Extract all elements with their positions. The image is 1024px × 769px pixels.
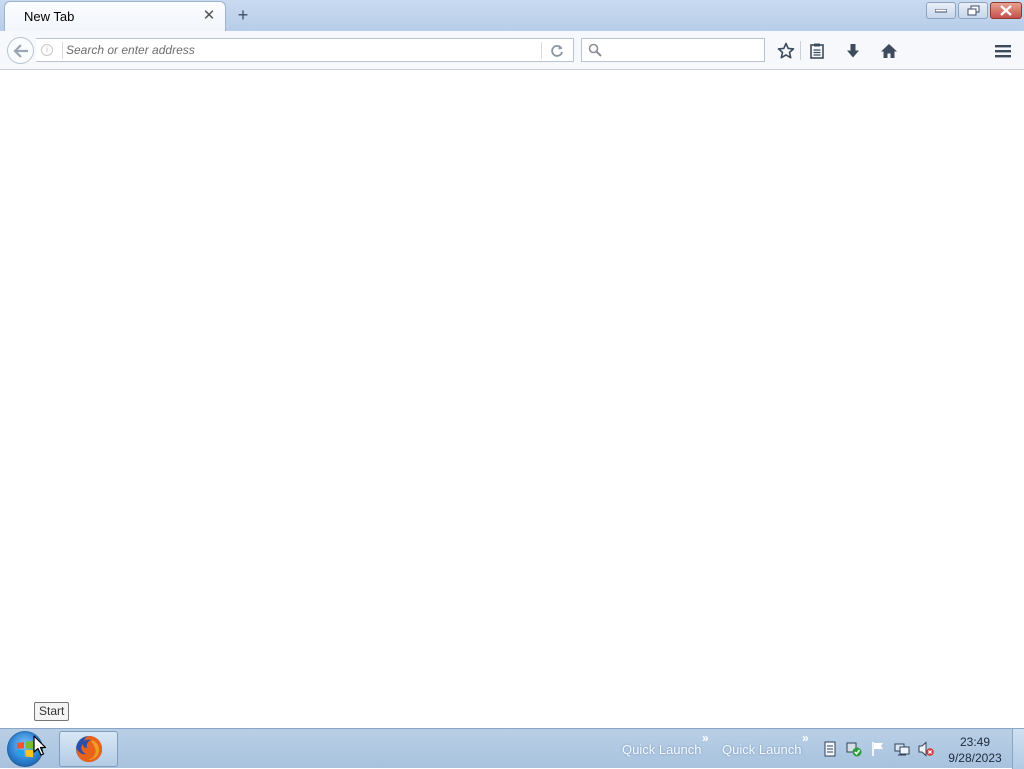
toolbar-separator — [800, 41, 801, 60]
action-center-flag-icon[interactable] — [870, 741, 886, 757]
mouse-cursor-icon — [33, 735, 47, 756]
reload-icon — [551, 44, 563, 57]
notepad-tray-icon[interactable] — [822, 741, 838, 757]
restore-button[interactable] — [958, 2, 988, 19]
search-input[interactable] — [606, 41, 756, 59]
menu-icon — [995, 45, 1011, 58]
search-icon — [588, 43, 602, 57]
show-desktop-button[interactable] — [1012, 729, 1024, 769]
restore-icon — [967, 5, 979, 16]
quick-launch-chevron-icon[interactable]: » — [802, 731, 809, 745]
clock-time: 23:49 — [959, 735, 991, 749]
minimize-button[interactable] — [926, 2, 956, 19]
quick-launch-toolbar-2[interactable]: Quick Launch — [722, 729, 802, 769]
clock-date: 9/28/2023 — [948, 751, 1002, 765]
network-tray-icon[interactable] — [894, 741, 910, 757]
tab-title: New Tab — [24, 9, 75, 24]
start-tooltip: Start — [34, 702, 70, 721]
home-icon — [881, 44, 897, 58]
firefox-icon — [75, 736, 102, 763]
reading-list-icon — [810, 43, 824, 59]
system-clock[interactable]: 23:49 9/28/2023 — [944, 734, 1006, 766]
home-button[interactable] — [878, 40, 900, 62]
navigation-toolbar: i — [0, 31, 1024, 70]
bookmark-star-icon — [777, 42, 795, 59]
taskbar-firefox-button[interactable] — [59, 731, 118, 767]
bookmark-star-button[interactable] — [775, 40, 797, 62]
reload-button[interactable] — [546, 42, 568, 59]
url-bar[interactable]: i — [36, 38, 574, 62]
url-separator — [62, 42, 63, 59]
back-arrow-icon — [12, 43, 28, 58]
page-content[interactable] — [0, 70, 1024, 728]
site-identity-icon[interactable]: i — [41, 44, 53, 56]
close-window-button[interactable] — [990, 2, 1022, 19]
security-tray-icon[interactable] — [846, 741, 862, 757]
minimize-icon — [935, 8, 947, 12]
tab-close-icon[interactable]: ✕ — [201, 8, 217, 24]
address-input[interactable] — [66, 41, 536, 59]
quick-launch-chevron-icon[interactable]: » — [702, 731, 709, 745]
taskbar: Quick Launch » Quick Launch » 23:49 9/28… — [0, 728, 1024, 769]
window-controls — [926, 2, 1022, 21]
reading-list-button[interactable] — [806, 40, 828, 62]
reload-separator — [541, 42, 542, 59]
windows-logo-icon — [17, 741, 33, 758]
back-button[interactable] — [7, 37, 34, 64]
quick-launch-toolbar-1[interactable]: Quick Launch — [622, 729, 702, 769]
quick-launch-label: Quick Launch — [622, 741, 702, 757]
quick-launch-label: Quick Launch — [722, 741, 802, 757]
search-bar[interactable] — [581, 38, 765, 62]
close-icon — [1000, 5, 1012, 16]
downloads-button[interactable] — [842, 40, 864, 62]
volume-muted-icon[interactable] — [918, 741, 934, 757]
tab-new-tab[interactable]: New Tab ✕ — [4, 1, 226, 31]
new-tab-button[interactable]: + — [233, 5, 253, 25]
tab-strip: New Tab ✕ + — [0, 0, 1024, 31]
menu-button[interactable] — [992, 40, 1014, 62]
downloads-icon — [847, 44, 859, 58]
